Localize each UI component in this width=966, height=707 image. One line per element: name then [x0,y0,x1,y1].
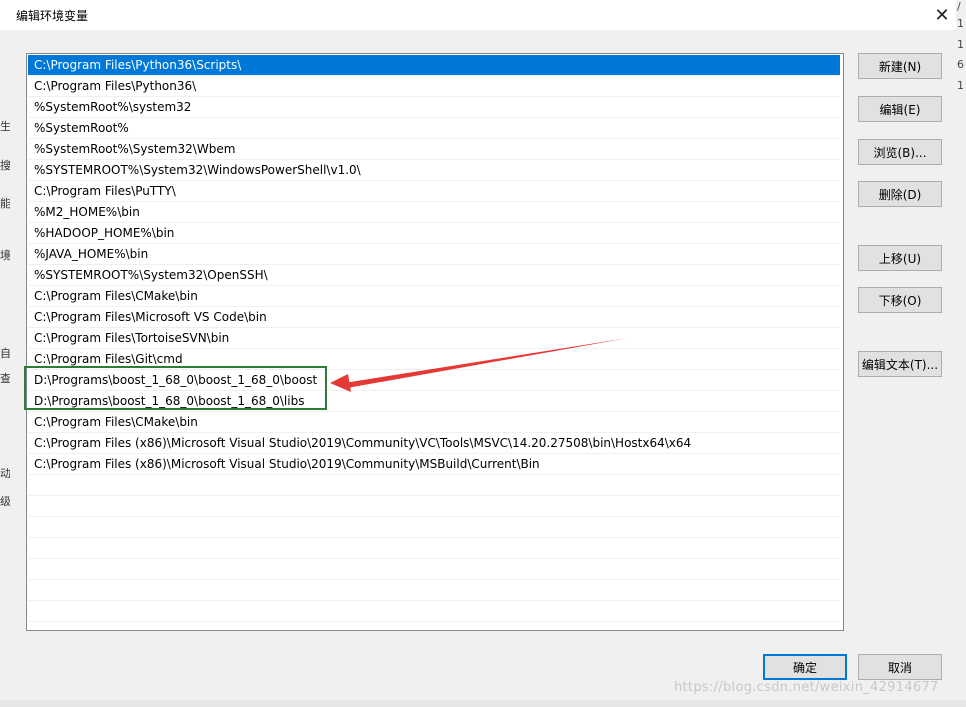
path-list-item[interactable]: C:\Program Files\CMake\bin [28,412,840,433]
path-list-item[interactable]: C:\Program Files\Microsoft VS Code\bin [28,307,840,328]
background-text: 动 [0,467,10,480]
background-text: 级 [0,495,10,508]
path-list-item[interactable]: C:\Program Files\Python36\ [28,76,840,97]
delete-button[interactable]: 删除(D) [858,181,942,207]
path-list-item[interactable]: C:\Program Files\PuTTY\ [28,181,840,202]
path-list-empty-row[interactable] [28,538,840,559]
close-icon: ✕ [934,4,950,26]
path-list-empty-row[interactable] [28,622,840,630]
edit-text-button[interactable]: 编辑文本(T)... [858,351,942,377]
background-text: 1 [957,38,964,51]
path-list-item[interactable]: C:\Program Files\CMake\bin [28,286,840,307]
path-list-item[interactable]: C:\Program Files\Git\cmd [28,349,840,370]
background-text: 1 [957,17,964,30]
path-list-empty-row[interactable] [28,475,840,496]
path-list-item[interactable]: %SystemRoot%\System32\Wbem [28,139,840,160]
background-text: 生 [0,120,10,133]
path-list-empty-row[interactable] [28,601,840,622]
background-text: 境 [0,249,10,262]
ok-button[interactable]: 确定 [763,654,847,680]
move-up-button[interactable]: 上移(U) [858,245,942,271]
title-bar[interactable]: 编辑环境变量 ✕ [0,0,956,30]
path-list-item[interactable]: C:\Program Files\TortoiseSVN\bin [28,328,840,349]
watermark: https://blog.csdn.net/weixin_42914677 [674,680,939,695]
path-list-item[interactable]: %JAVA_HOME%\bin [28,244,840,265]
path-list-item[interactable]: D:\Programs\boost_1_68_0\boost_1_68_0\bo… [28,370,840,391]
path-list-empty-row[interactable] [28,580,840,601]
background-strip [0,700,966,707]
background-text: 查 [0,372,10,385]
browse-button[interactable]: 浏览(B)... [858,139,942,165]
path-list-item[interactable]: %HADOOP_HOME%\bin [28,223,840,244]
path-list-item[interactable]: %SystemRoot%\system32 [28,97,840,118]
path-list-empty-row[interactable] [28,559,840,580]
new-button[interactable]: 新建(N) [858,53,942,79]
background-text: 6 [957,58,964,71]
background-window-right: /1 1 6 1 [956,0,966,707]
path-list-item[interactable]: %SystemRoot% [28,118,840,139]
background-window-left: 生搜能境自查动级 [0,30,10,707]
path-list-item[interactable]: %SYSTEMROOT%\System32\OpenSSH\ [28,265,840,286]
cancel-button[interactable]: 取消 [858,654,942,680]
edit-button[interactable]: 编辑(E) [858,96,942,122]
path-list-item[interactable]: C:\Program Files\Python36\Scripts\ [28,55,840,76]
path-list-item[interactable]: %M2_HOME%\bin [28,202,840,223]
dialog-title: 编辑环境变量 [16,9,89,23]
close-button[interactable]: ✕ [928,0,956,30]
path-list-item[interactable]: C:\Program Files (x86)\Microsoft Visual … [28,454,840,475]
path-list-empty-row[interactable] [28,496,840,517]
background-text: / [957,0,961,13]
background-text: 能 [0,197,10,210]
path-list[interactable]: C:\Program Files\Python36\Scripts\ C:\Pro… [26,53,844,631]
path-list-empty-row[interactable] [28,517,840,538]
background-text: 1 [957,79,964,92]
move-down-button[interactable]: 下移(O) [858,287,942,313]
edit-env-var-dialog: 编辑环境变量 ✕ C:\Program Files\Python36\Scrip… [0,0,957,707]
background-text: 自 [0,347,10,360]
background-text: 搜 [0,159,10,172]
path-list-item[interactable]: D:\Programs\boost_1_68_0\boost_1_68_0\li… [28,391,840,412]
path-list-item[interactable]: %SYSTEMROOT%\System32\WindowsPowerShell\… [28,160,840,181]
path-list-item[interactable]: C:\Program Files (x86)\Microsoft Visual … [28,433,840,454]
